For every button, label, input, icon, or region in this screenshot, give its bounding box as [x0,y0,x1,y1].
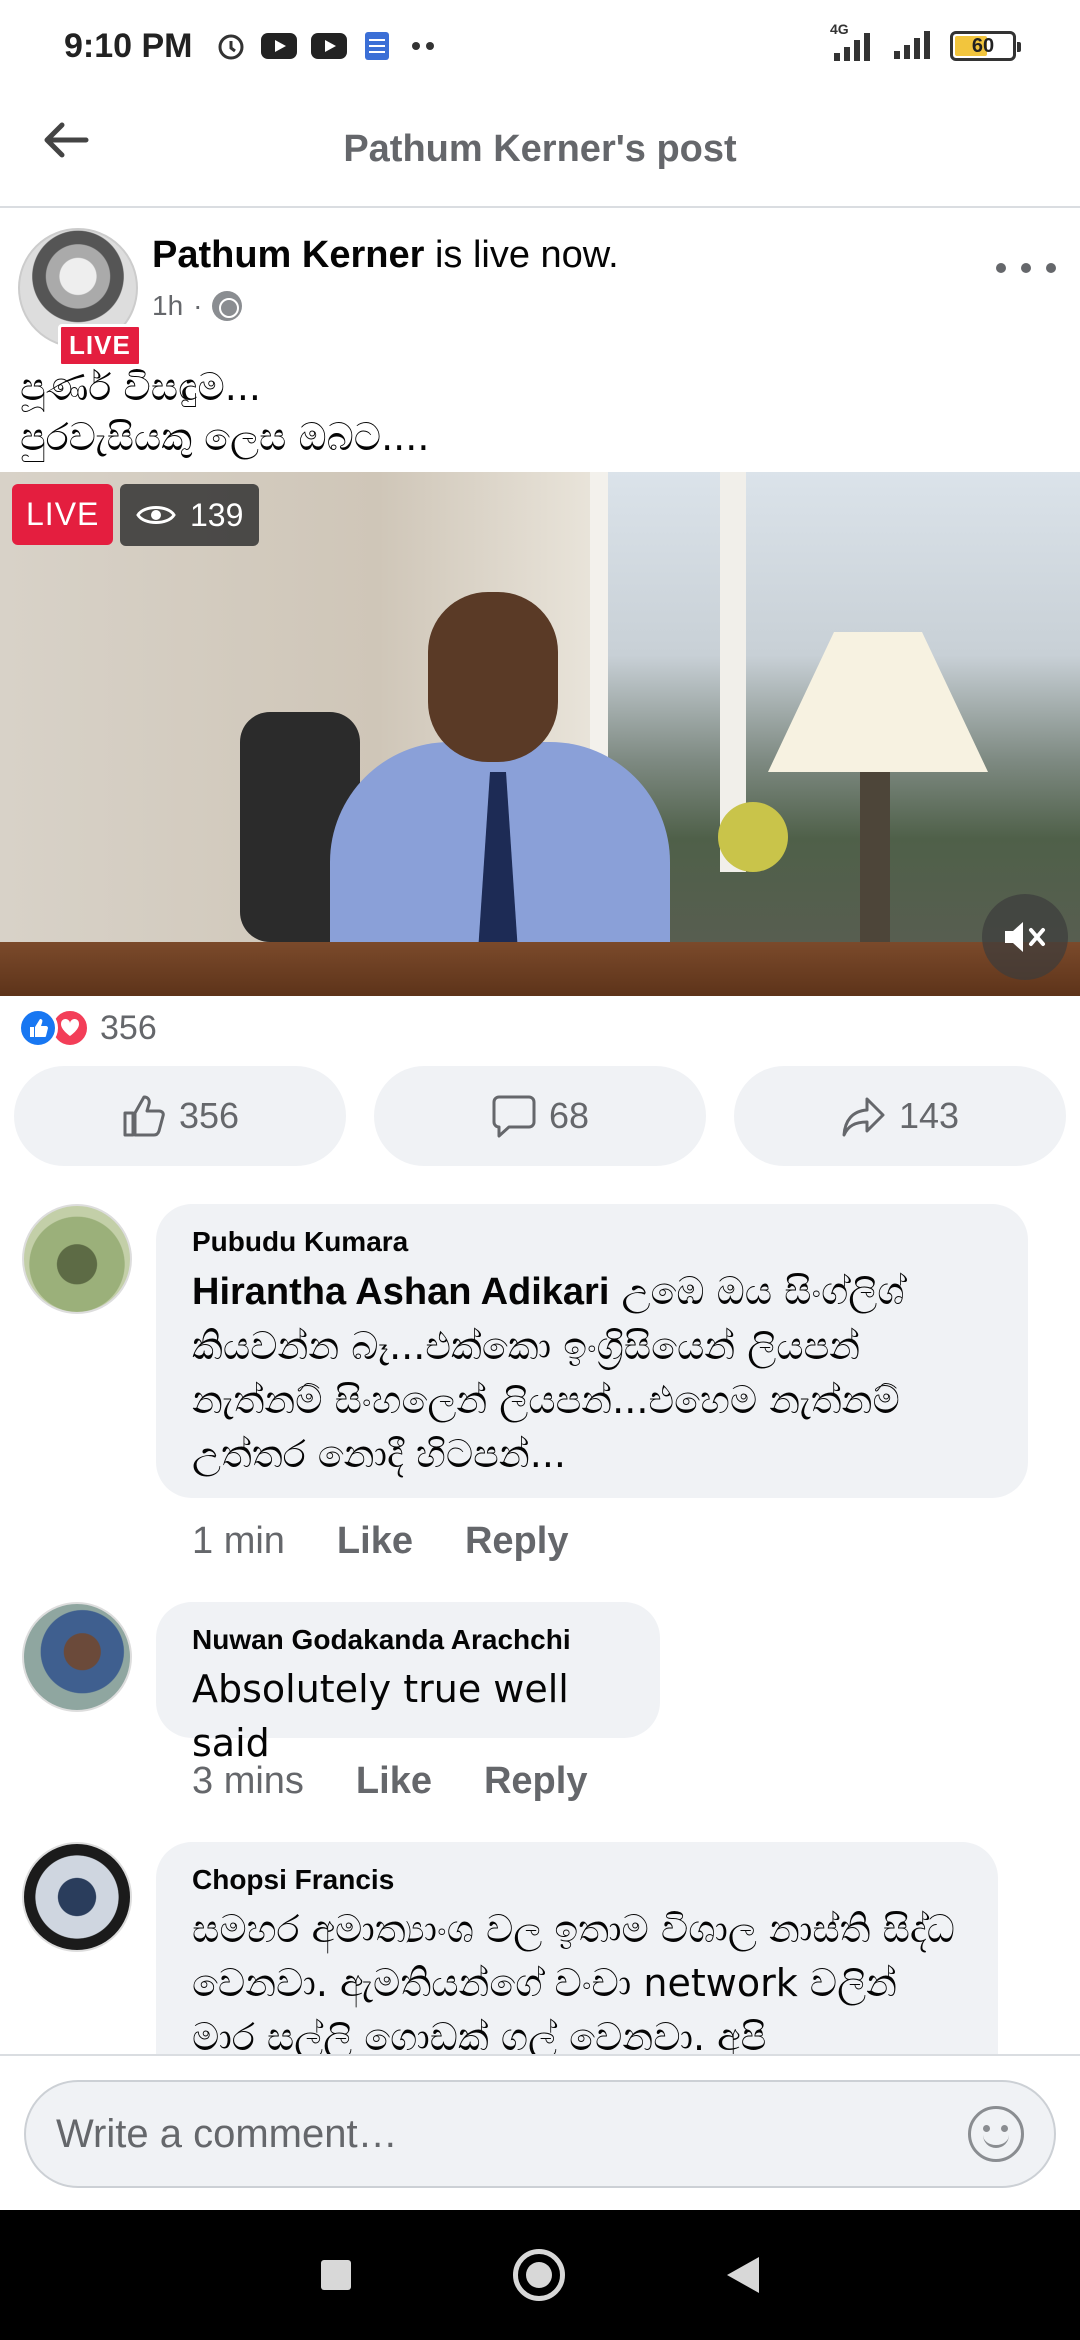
comment-meta: 3 mins Like Reply [192,1760,587,1803]
comment: Chopsi Francis සමහර අමාත්‍යාංශ වල ඉතාම ව… [0,1840,1080,2054]
share-button[interactable]: 143 [734,1066,1066,1166]
comment-reply-button[interactable]: Reply [484,1760,587,1803]
dot-icon [996,263,1006,273]
comment-icon [492,1095,536,1138]
battery-icon: 60 [950,31,1021,61]
system-back-button[interactable] [727,2257,759,2293]
home-button[interactable] [513,2249,565,2301]
like-count: 356 [178,1095,240,1136]
comment-count: 68 [548,1095,590,1136]
comment-mention[interactable]: Hirantha Ashan Adikari [192,1271,609,1313]
comment-reply-button[interactable]: Reply [465,1520,568,1563]
mute-button[interactable] [982,894,1068,980]
comment-text: සමහර අමාත්‍යාංශ වල ඉතාම විශාල නාස්ති සිද… [192,1907,955,2054]
comment-time: 3 mins [192,1760,304,1802]
live-badge: LIVE [12,484,114,545]
live-status-text: is live now. [424,234,619,276]
globe-icon [212,291,243,321]
more-options-button[interactable] [996,248,1056,288]
comment-bubble[interactable]: Nuwan Godakanda Arachchi Absolutely true… [156,1602,660,1765]
recent-apps-button[interactable] [321,2260,351,2290]
post-text: පූර්ණ විසඳුම... පුරවැසියකු ලෙස ඔබට.... [20,362,1060,462]
author-name[interactable]: Pathum Kerner [152,234,424,276]
avatar-live-badge: LIVE [58,324,142,367]
system-nav-bar [0,2210,1080,2340]
commenter-avatar[interactable] [22,1602,132,1712]
comment-text: Hirantha Ashan Adikari උඹෙ ඔය සිංග්ලිශ් … [192,1264,992,1481]
battery-level: 60 [971,34,995,57]
comment-bubble[interactable]: Chopsi Francis සමහර අමාත්‍යාංශ වල ඉතාම ව… [156,1842,998,2054]
video-scene-plant [718,802,788,872]
comment-like-button[interactable]: Like [337,1520,413,1563]
back-button[interactable] [38,112,94,168]
post-author-line: Pathum Kerner is live now. [152,234,619,277]
viewer-count: 139 [190,496,244,533]
post-meta: 1h · [152,290,243,322]
speaker-muted-icon [1005,922,1045,952]
notification-icons [215,30,439,62]
post-text-line: පූර්ණ විසඳුම... [20,365,262,409]
youtube-icon [260,33,297,59]
commenter-avatar[interactable] [22,1842,132,1952]
post-header: LIVE Pathum Kerner is live now. 1h · [0,208,1080,367]
more-notifications-icon [407,30,439,62]
status-time: 9:10 PM [64,26,193,65]
comment-time: 1 min [192,1520,285,1562]
dot-icon [1021,263,1031,273]
comment-meta: 1 min Like Reply [192,1520,568,1563]
like-button[interactable]: 356 [14,1066,346,1166]
signal-icon [892,29,934,64]
alarm-icon [215,30,247,62]
page-title: Pathum Kerner's post [343,127,737,170]
comment-composer-bar: Write a comment… [0,2054,1080,2210]
dot-separator: · [193,290,203,321]
back-arrow-icon [44,122,89,158]
system-status: 4G 60 [830,21,1021,64]
comment-text: Absolutely true well said [192,1667,569,1765]
reaction-summary[interactable]: 356 [18,1006,157,1050]
comment-author[interactable]: Chopsi Francis [192,1864,962,1896]
post-text-line: පුරවැසියකු ලෙස ඔබට.... [20,415,430,459]
status-bar: 9:10 PM 4G 60 [0,0,1080,92]
post-actions: 356 68 143 [14,1066,1066,1166]
dot-icon [1046,263,1056,273]
network-type: 4G [830,21,849,37]
post-time[interactable]: 1h [152,290,183,322]
like-reaction-icon [18,1008,58,1048]
comment-bubble[interactable]: Pubudu Kumara Hirantha Ashan Adikari උඹෙ… [156,1204,1028,1498]
commenter-avatar[interactable] [22,1204,132,1314]
thumbs-up-icon [123,1095,165,1137]
comment-like-button[interactable]: Like [356,1760,432,1803]
youtube-icon [310,33,347,59]
comment-input-placeholder: Write a comment… [56,2111,398,2156]
reaction-count: 356 [100,1008,157,1047]
app-notification-icon [361,30,393,62]
video-scene-person-head [428,592,558,762]
viewer-count-badge: 139 [120,484,260,546]
comment-input[interactable]: Write a comment… [24,2080,1056,2188]
signal-4g-icon: 4G [830,21,876,61]
share-icon [842,1097,885,1137]
author-avatar[interactable]: LIVE [18,228,142,367]
comment-author[interactable]: Pubudu Kumara [192,1226,992,1258]
live-video[interactable]: LIVE 139 [0,472,1080,996]
video-scene-desk [0,942,1080,996]
eye-icon [136,506,176,524]
comment-author[interactable]: Nuwan Godakanda Arachchi [192,1624,624,1656]
video-scene-lamp-base [860,772,890,942]
emoji-icon[interactable] [968,2106,1024,2162]
top-bar: Pathum Kerner's post [0,92,1080,208]
comment-button[interactable]: 68 [374,1066,706,1166]
share-count: 143 [898,1095,960,1136]
